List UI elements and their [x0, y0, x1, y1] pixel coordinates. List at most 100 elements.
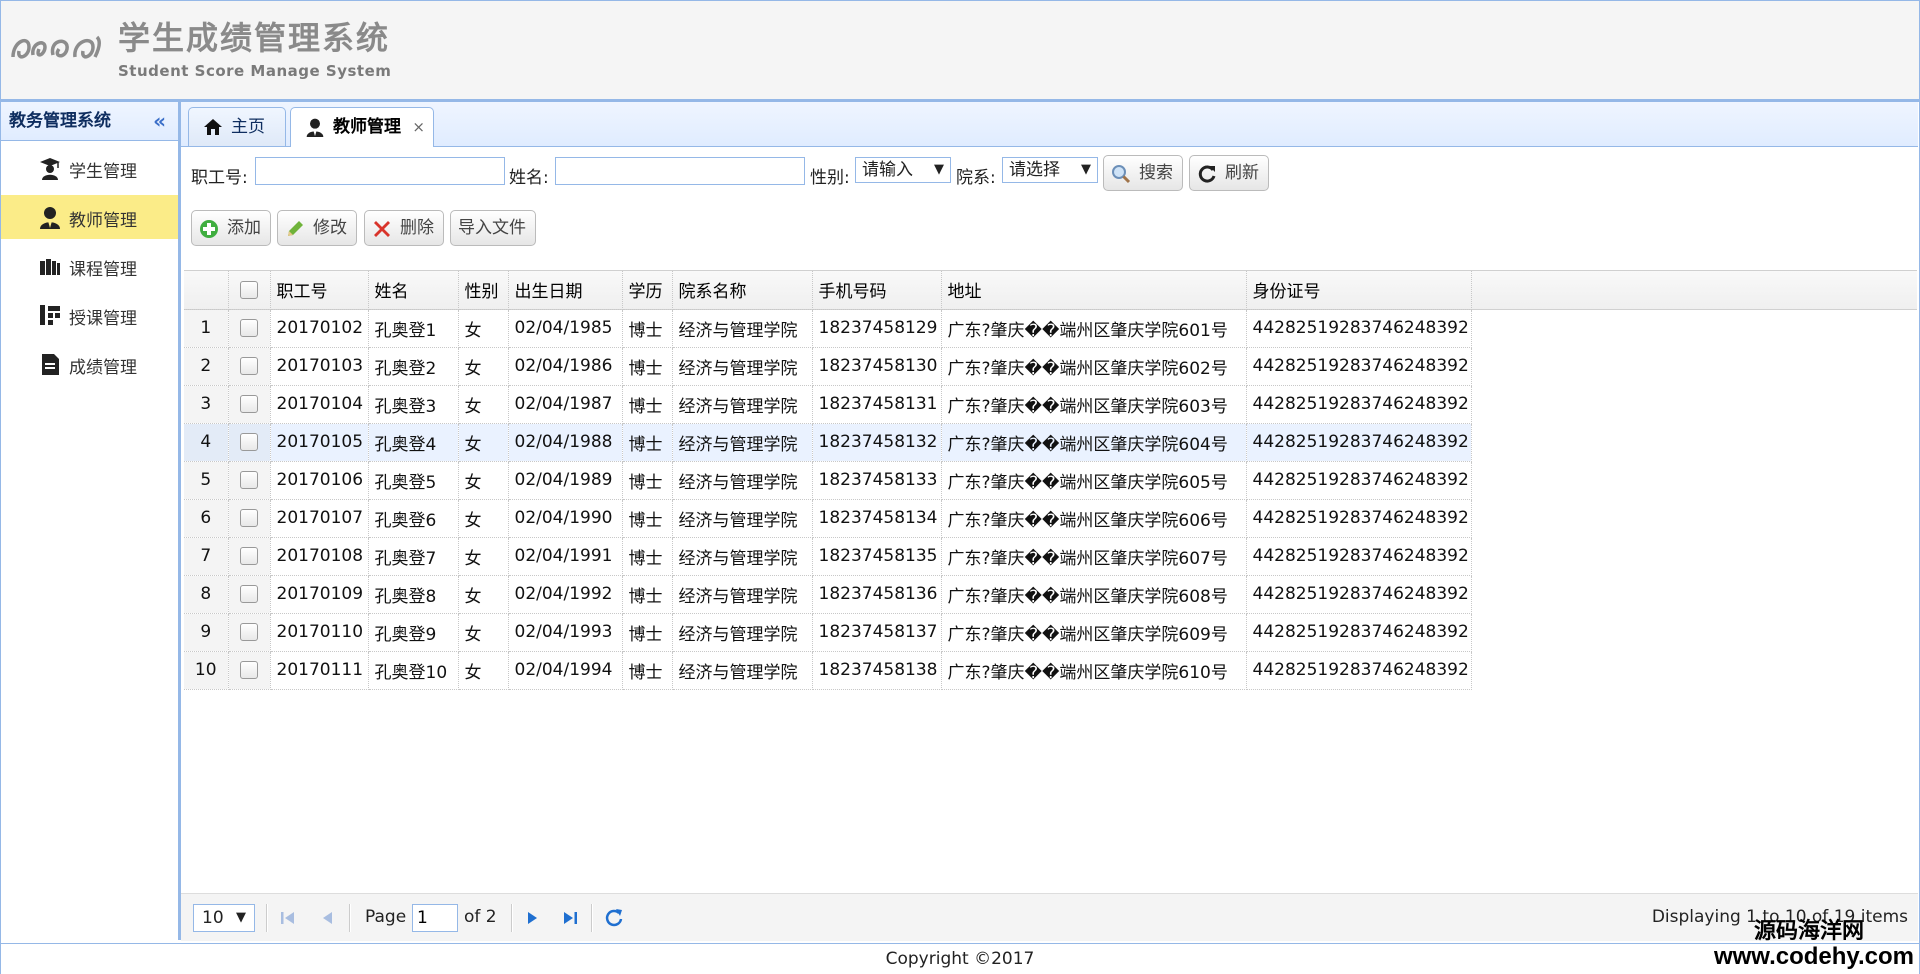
- tab-home[interactable]: 主页: [188, 107, 286, 146]
- table-row[interactable]: 7 20170108 孔奥登7 女 02/04/1991 博士 经济与管理学院 1823745…: [184, 537, 1472, 576]
- row-checkbox[interactable]: [240, 395, 258, 413]
- column-header[interactable]: 姓名: [368, 271, 459, 310]
- table-cell: 02/04/1985: [508, 309, 623, 348]
- search-button[interactable]: 搜索: [1103, 155, 1183, 191]
- table-cell: 广东?肇庆��端州区肇庆学院602号: [941, 347, 1247, 386]
- search-button-label: 搜索: [1139, 163, 1173, 183]
- previous-page-icon[interactable]: [318, 908, 338, 928]
- table-cell: 孔奥登4: [368, 423, 459, 462]
- table-cell: 女: [458, 575, 509, 614]
- app-header: 学生成绩管理系统 Student Score Manage System: [1, 1, 1919, 102]
- page-size-select[interactable]: 10 ▼: [193, 904, 255, 932]
- row-number: 9: [184, 613, 229, 652]
- row-checkbox[interactable]: [240, 623, 258, 641]
- select-all-checkbox-cell[interactable]: [228, 271, 271, 310]
- table-cell: 20170110: [270, 613, 369, 652]
- column-header[interactable]: 性别: [458, 271, 509, 310]
- column-header[interactable]: 出生日期: [508, 271, 623, 310]
- table-cell: 02/04/1990: [508, 499, 623, 538]
- table-cell: 经济与管理学院: [672, 575, 813, 614]
- collapse-left-icon[interactable]: «: [153, 102, 166, 140]
- column-header[interactable]: 地址: [941, 271, 1247, 310]
- table-cell: 女: [458, 309, 509, 348]
- sidebar-item-student[interactable]: 学生管理: [1, 146, 178, 190]
- row-checkbox[interactable]: [240, 661, 258, 679]
- refresh-button[interactable]: 刷新: [1189, 155, 1269, 191]
- add-icon: [200, 220, 218, 238]
- row-checkbox-cell[interactable]: [228, 385, 271, 424]
- table-row[interactable]: 9 20170110 孔奥登9 女 02/04/1993 博士 经济与管理学院 1823745…: [184, 613, 1472, 652]
- reload-icon[interactable]: [604, 908, 624, 928]
- row-checkbox[interactable]: [240, 547, 258, 565]
- sidebar-item-teacher[interactable]: 教师管理: [1, 195, 178, 239]
- table-row[interactable]: 3 20170104 孔奥登3 女 02/04/1987 博士 经济与管理学院 1823745…: [184, 385, 1472, 424]
- row-checkbox[interactable]: [240, 585, 258, 603]
- row-checkbox-cell[interactable]: [228, 423, 271, 462]
- table-cell: 孔奥登9: [368, 613, 459, 652]
- first-page-icon[interactable]: [278, 908, 298, 928]
- row-checkbox-cell[interactable]: [228, 499, 271, 538]
- row-checkbox[interactable]: [240, 357, 258, 375]
- sidebar-item-score[interactable]: 成绩管理: [1, 342, 178, 386]
- table-row[interactable]: 2 20170103 孔奥登2 女 02/04/1986 博士 经济与管理学院 1823745…: [184, 347, 1472, 386]
- table-row[interactable]: 10 20170111 孔奥登10 女 02/04/1994 博士 经济与管理学院 18237…: [184, 651, 1472, 690]
- select-all-checkbox[interactable]: [240, 280, 258, 299]
- import-file-button[interactable]: 导入文件: [450, 210, 536, 246]
- row-checkbox[interactable]: [240, 509, 258, 527]
- last-page-icon[interactable]: [560, 908, 580, 928]
- table-row[interactable]: 1 20170102 孔奥登1 女 02/04/1985 博士 经济与管理学院 1823745…: [184, 309, 1472, 348]
- row-checkbox-cell[interactable]: [228, 575, 271, 614]
- table-cell: 博士: [622, 651, 673, 690]
- row-checkbox-cell[interactable]: [228, 347, 271, 386]
- column-header[interactable]: 职工号: [270, 271, 369, 310]
- department-select[interactable]: 请选择 ▼: [1002, 157, 1098, 183]
- close-icon[interactable]: ×: [412, 108, 425, 146]
- employee-id-input[interactable]: [255, 157, 505, 185]
- page-number-input[interactable]: [412, 904, 458, 932]
- add-button[interactable]: 添加: [191, 210, 271, 246]
- table-row[interactable]: 4 20170105 孔奥登4 女 02/04/1988 博士 经济与管理学院 1823745…: [184, 423, 1472, 462]
- sidebar-item-teaching[interactable]: 授课管理: [1, 293, 178, 337]
- table-cell: 博士: [622, 385, 673, 424]
- gender-select[interactable]: 请输入 ▼: [855, 157, 951, 183]
- table-cell: 女: [458, 461, 509, 500]
- table-cell: 博士: [622, 499, 673, 538]
- divider: [511, 904, 513, 932]
- table-cell: 442825192837462483​92: [1246, 309, 1472, 348]
- row-checkbox[interactable]: [240, 433, 258, 451]
- hierarchy-icon: [40, 305, 60, 325]
- row-checkbox[interactable]: [240, 319, 258, 337]
- next-page-icon[interactable]: [522, 908, 542, 928]
- row-checkbox-cell[interactable]: [228, 613, 271, 652]
- row-checkbox-cell[interactable]: [228, 651, 271, 690]
- table-cell: 女: [458, 537, 509, 576]
- tab-bar: 主页 教师管理 ×: [181, 102, 1918, 147]
- column-header[interactable]: 身份证号: [1246, 271, 1472, 310]
- column-header[interactable]: 院系名称: [672, 271, 813, 310]
- column-header[interactable]: 手机号码: [812, 271, 942, 310]
- tab-teacher-management[interactable]: 教师管理 ×: [290, 107, 434, 147]
- table-cell: 02/04/1992: [508, 575, 623, 614]
- row-number: 4: [184, 423, 229, 462]
- row-number: 3: [184, 385, 229, 424]
- books-icon: [40, 259, 60, 275]
- sidebar-item-course[interactable]: 课程管理: [1, 244, 178, 288]
- row-number-header: [184, 271, 229, 310]
- table-row[interactable]: 8 20170109 孔奥登8 女 02/04/1992 博士 经济与管理学院 1823745…: [184, 575, 1472, 614]
- column-header[interactable]: 学历: [622, 271, 673, 310]
- table-cell: 经济与管理学院: [672, 499, 813, 538]
- name-input[interactable]: [555, 157, 805, 185]
- row-checkbox-cell[interactable]: [228, 537, 271, 576]
- edit-button[interactable]: 修改: [277, 210, 357, 246]
- table-cell: 02/04/1987: [508, 385, 623, 424]
- table-cell: 孔奥登1: [368, 309, 459, 348]
- app-title: 学生成绩管理系统: [118, 19, 391, 57]
- table-row[interactable]: 5 20170106 孔奥登5 女 02/04/1989 博士 经济与管理学院 1823745…: [184, 461, 1472, 500]
- delete-button[interactable]: 删除: [364, 210, 444, 246]
- tab-label: 主页: [231, 117, 265, 137]
- row-checkbox[interactable]: [240, 471, 258, 489]
- table-row[interactable]: 6 20170107 孔奥登6 女 02/04/1990 博士 经济与管理学院 1823745…: [184, 499, 1472, 538]
- row-checkbox-cell[interactable]: [228, 309, 271, 348]
- table-cell: 女: [458, 613, 509, 652]
- row-checkbox-cell[interactable]: [228, 461, 271, 500]
